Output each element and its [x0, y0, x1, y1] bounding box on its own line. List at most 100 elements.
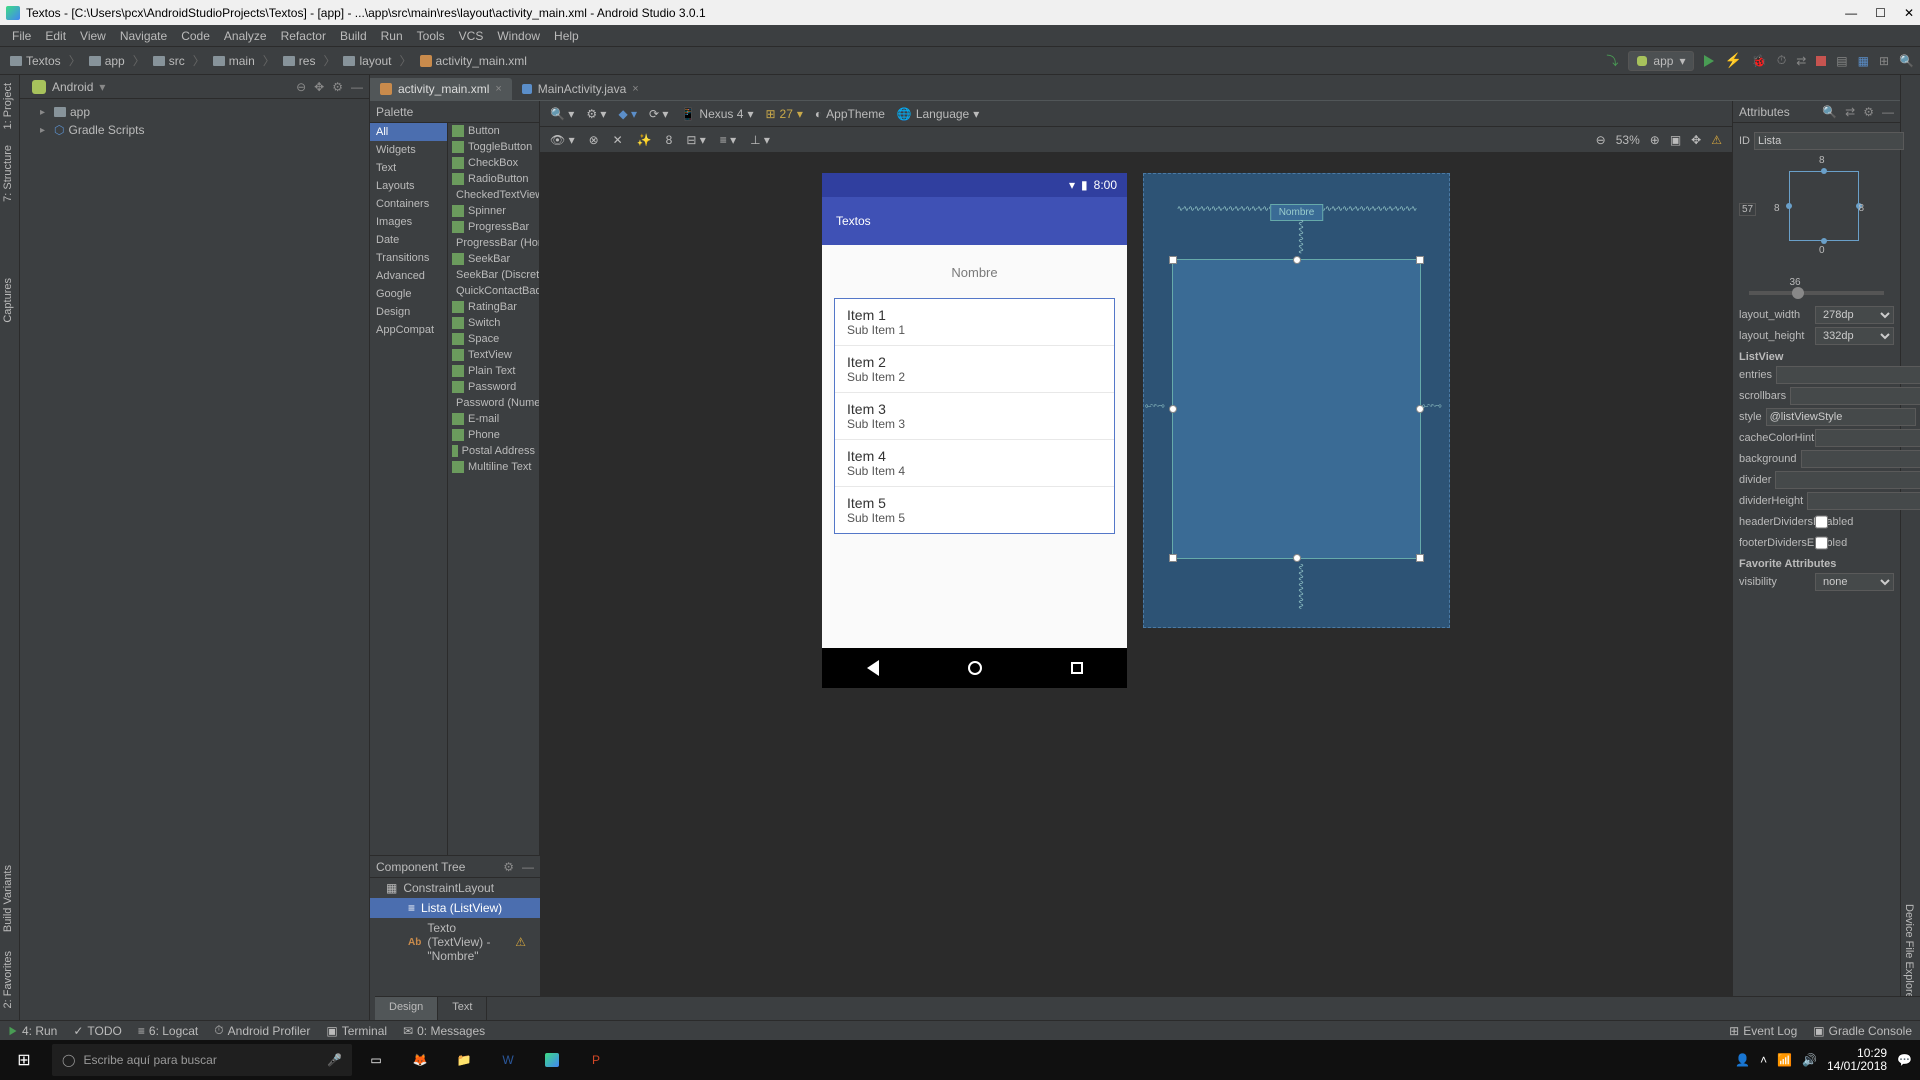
palette-item[interactable]: ToggleButton [448, 139, 539, 155]
close-button[interactable]: ✕ [1904, 6, 1914, 20]
close-icon[interactable]: × [495, 83, 501, 95]
bc-file[interactable]: activity_main.xml [436, 54, 527, 68]
people-icon[interactable]: 👤 [1735, 1053, 1750, 1067]
stop-icon[interactable] [1816, 56, 1826, 66]
attr-input[interactable] [1807, 492, 1920, 510]
attr-width-select[interactable]: 278dp [1815, 306, 1894, 324]
dt-device[interactable]: 📱 Nexus 4 ▾ [680, 107, 753, 121]
tab-mainactivity[interactable]: MainActivity.java× [512, 78, 649, 100]
attr-input[interactable] [1815, 429, 1920, 447]
bb-run[interactable]: 4: Run [8, 1023, 57, 1038]
bc-src[interactable]: src [169, 54, 185, 68]
align-icon[interactable]: ≡ ▾ [720, 133, 736, 147]
notifications-icon[interactable]: 💬 [1897, 1053, 1912, 1067]
taskbar-clock[interactable]: 10:29 14/01/2018 [1827, 1047, 1887, 1073]
dt-language[interactable]: 🌐 Language ▾ [897, 107, 979, 121]
zoom-out-icon[interactable]: ⊖ [1596, 133, 1606, 147]
palette-cat-widgets[interactable]: Widgets [370, 141, 447, 159]
attr-input[interactable] [1766, 408, 1916, 426]
dt-design-mode[interactable]: ◆ ▾ [618, 107, 637, 121]
volume-icon[interactable]: 🔊 [1802, 1053, 1817, 1067]
attr-input[interactable] [1801, 450, 1920, 468]
debug-icon[interactable]: 🐞 [1752, 54, 1767, 68]
bp-listview[interactable] [1172, 259, 1421, 559]
palette-item[interactable]: Plain Text [448, 363, 539, 379]
menu-help[interactable]: Help [548, 27, 585, 45]
list-item[interactable]: Item 4Sub Item 4 [835, 440, 1114, 487]
bb-logcat[interactable]: ≡ 6: Logcat [138, 1023, 198, 1038]
close-icon[interactable]: × [632, 83, 638, 95]
gear-icon[interactable]: ⚙ [1863, 105, 1874, 119]
structure-icon[interactable]: ⊞ [1879, 54, 1889, 68]
attr-checkbox[interactable] [1815, 534, 1828, 552]
view-options-icon[interactable]: 👁 ▾ [550, 133, 575, 147]
tab-activity-main[interactable]: activity_main.xml× [370, 78, 512, 100]
run-icon[interactable] [1704, 55, 1714, 67]
project-view-selector[interactable]: Android ▾ [26, 78, 111, 96]
palette-cat-appcompat[interactable]: AppCompat [370, 321, 447, 339]
list-item[interactable]: Item 3Sub Item 3 [835, 393, 1114, 440]
palette-cat-design[interactable]: Design [370, 303, 447, 321]
tab-design[interactable]: Design [375, 997, 438, 1020]
make-icon[interactable]: ⤵ [1606, 52, 1618, 69]
rail-captures[interactable]: Captures [0, 270, 16, 331]
palette-cat-layouts[interactable]: Layouts [370, 177, 447, 195]
ct-constraintlayout[interactable]: ▦ConstraintLayout [370, 878, 540, 898]
palette-item[interactable]: RatingBar [448, 299, 539, 315]
menu-code[interactable]: Code [175, 27, 216, 45]
palette-item[interactable]: E-mail [448, 411, 539, 427]
maximize-button[interactable]: ☐ [1875, 6, 1886, 20]
palette-cat-advanced[interactable]: Advanced [370, 267, 447, 285]
list-item[interactable]: Item 2Sub Item 2 [835, 346, 1114, 393]
design-preview[interactable]: ▾▮8:00 Textos Nombre Item 1Sub Item 1Ite… [822, 173, 1127, 688]
attr-id-input[interactable] [1754, 132, 1904, 150]
design-canvas[interactable]: ▾▮8:00 Textos Nombre Item 1Sub Item 1Ite… [540, 153, 1732, 1020]
list-item[interactable]: Item 5Sub Item 5 [835, 487, 1114, 533]
tree-item-gradle[interactable]: ▸⬡Gradle Scripts [20, 121, 369, 139]
palette-item[interactable]: ProgressBar [448, 219, 539, 235]
default-margin[interactable]: 8 [666, 133, 673, 147]
hide-icon[interactable]: — [522, 860, 534, 874]
palette-item[interactable]: QuickContactBadge [448, 283, 539, 299]
palette-item[interactable]: SeekBar (Discrete) [448, 267, 539, 283]
palette-item[interactable]: Password (Numeric) [448, 395, 539, 411]
more-icon[interactable]: ⋯ [1832, 515, 1848, 529]
bb-terminal[interactable]: ▣ Terminal [326, 1023, 387, 1038]
network-icon[interactable]: 📶 [1777, 1053, 1792, 1067]
more-icon[interactable]: ⋯ [1832, 536, 1848, 550]
attr-input[interactable] [1776, 366, 1920, 384]
palette-cat-images[interactable]: Images [370, 213, 447, 231]
bb-event-log[interactable]: ⊞ Event Log [1729, 1024, 1797, 1038]
palette-item[interactable]: Spinner [448, 203, 539, 219]
bc-project[interactable]: Textos [26, 54, 61, 68]
palette-item[interactable]: Button [448, 123, 539, 139]
guidelines-icon[interactable]: ⊥ ▾ [750, 133, 770, 147]
clear-constraints-icon[interactable]: ✕ [613, 133, 623, 147]
bb-profiler[interactable]: ⏱ Android Profiler [214, 1023, 310, 1038]
gear-icon[interactable]: ⚙ [332, 80, 343, 94]
dt-api[interactable]: ⊞ 27 ▾ [765, 107, 802, 121]
menu-window[interactable]: Window [491, 27, 546, 45]
android-studio-icon[interactable] [532, 1040, 572, 1080]
menu-vcs[interactable]: VCS [453, 27, 490, 45]
search-icon[interactable]: 🔍 [1822, 105, 1837, 119]
mic-icon[interactable]: 🎤 [327, 1053, 342, 1067]
autoconnect-icon[interactable]: ⊗ [589, 133, 599, 147]
infer-icon[interactable]: ✨ [637, 133, 652, 147]
bb-messages[interactable]: ✉ 0: Messages [403, 1023, 485, 1038]
rail-device-explorer[interactable]: Device File Explorer [1901, 896, 1917, 1010]
search-icon[interactable]: 🔍 [1899, 54, 1914, 68]
swap-icon[interactable]: ⇄ [1845, 105, 1855, 119]
palette-cat-google[interactable]: Google [370, 285, 447, 303]
dt-theme[interactable]: ◐ AppTheme [815, 107, 885, 121]
sdk-icon[interactable]: ▦ [1858, 54, 1869, 68]
attr-visibility-select[interactable]: none [1815, 573, 1894, 591]
apply-changes-icon[interactable]: ⚡ [1724, 52, 1741, 69]
bc-app[interactable]: app [105, 54, 125, 68]
menu-build[interactable]: Build [334, 27, 373, 45]
palette-item[interactable]: CheckBox [448, 155, 539, 171]
menu-analyze[interactable]: Analyze [218, 27, 273, 45]
palette-item[interactable]: Multiline Text [448, 459, 539, 475]
palette-item[interactable]: ProgressBar (Horizontal) [448, 235, 539, 251]
firefox-icon[interactable]: 🦊 [400, 1040, 440, 1080]
